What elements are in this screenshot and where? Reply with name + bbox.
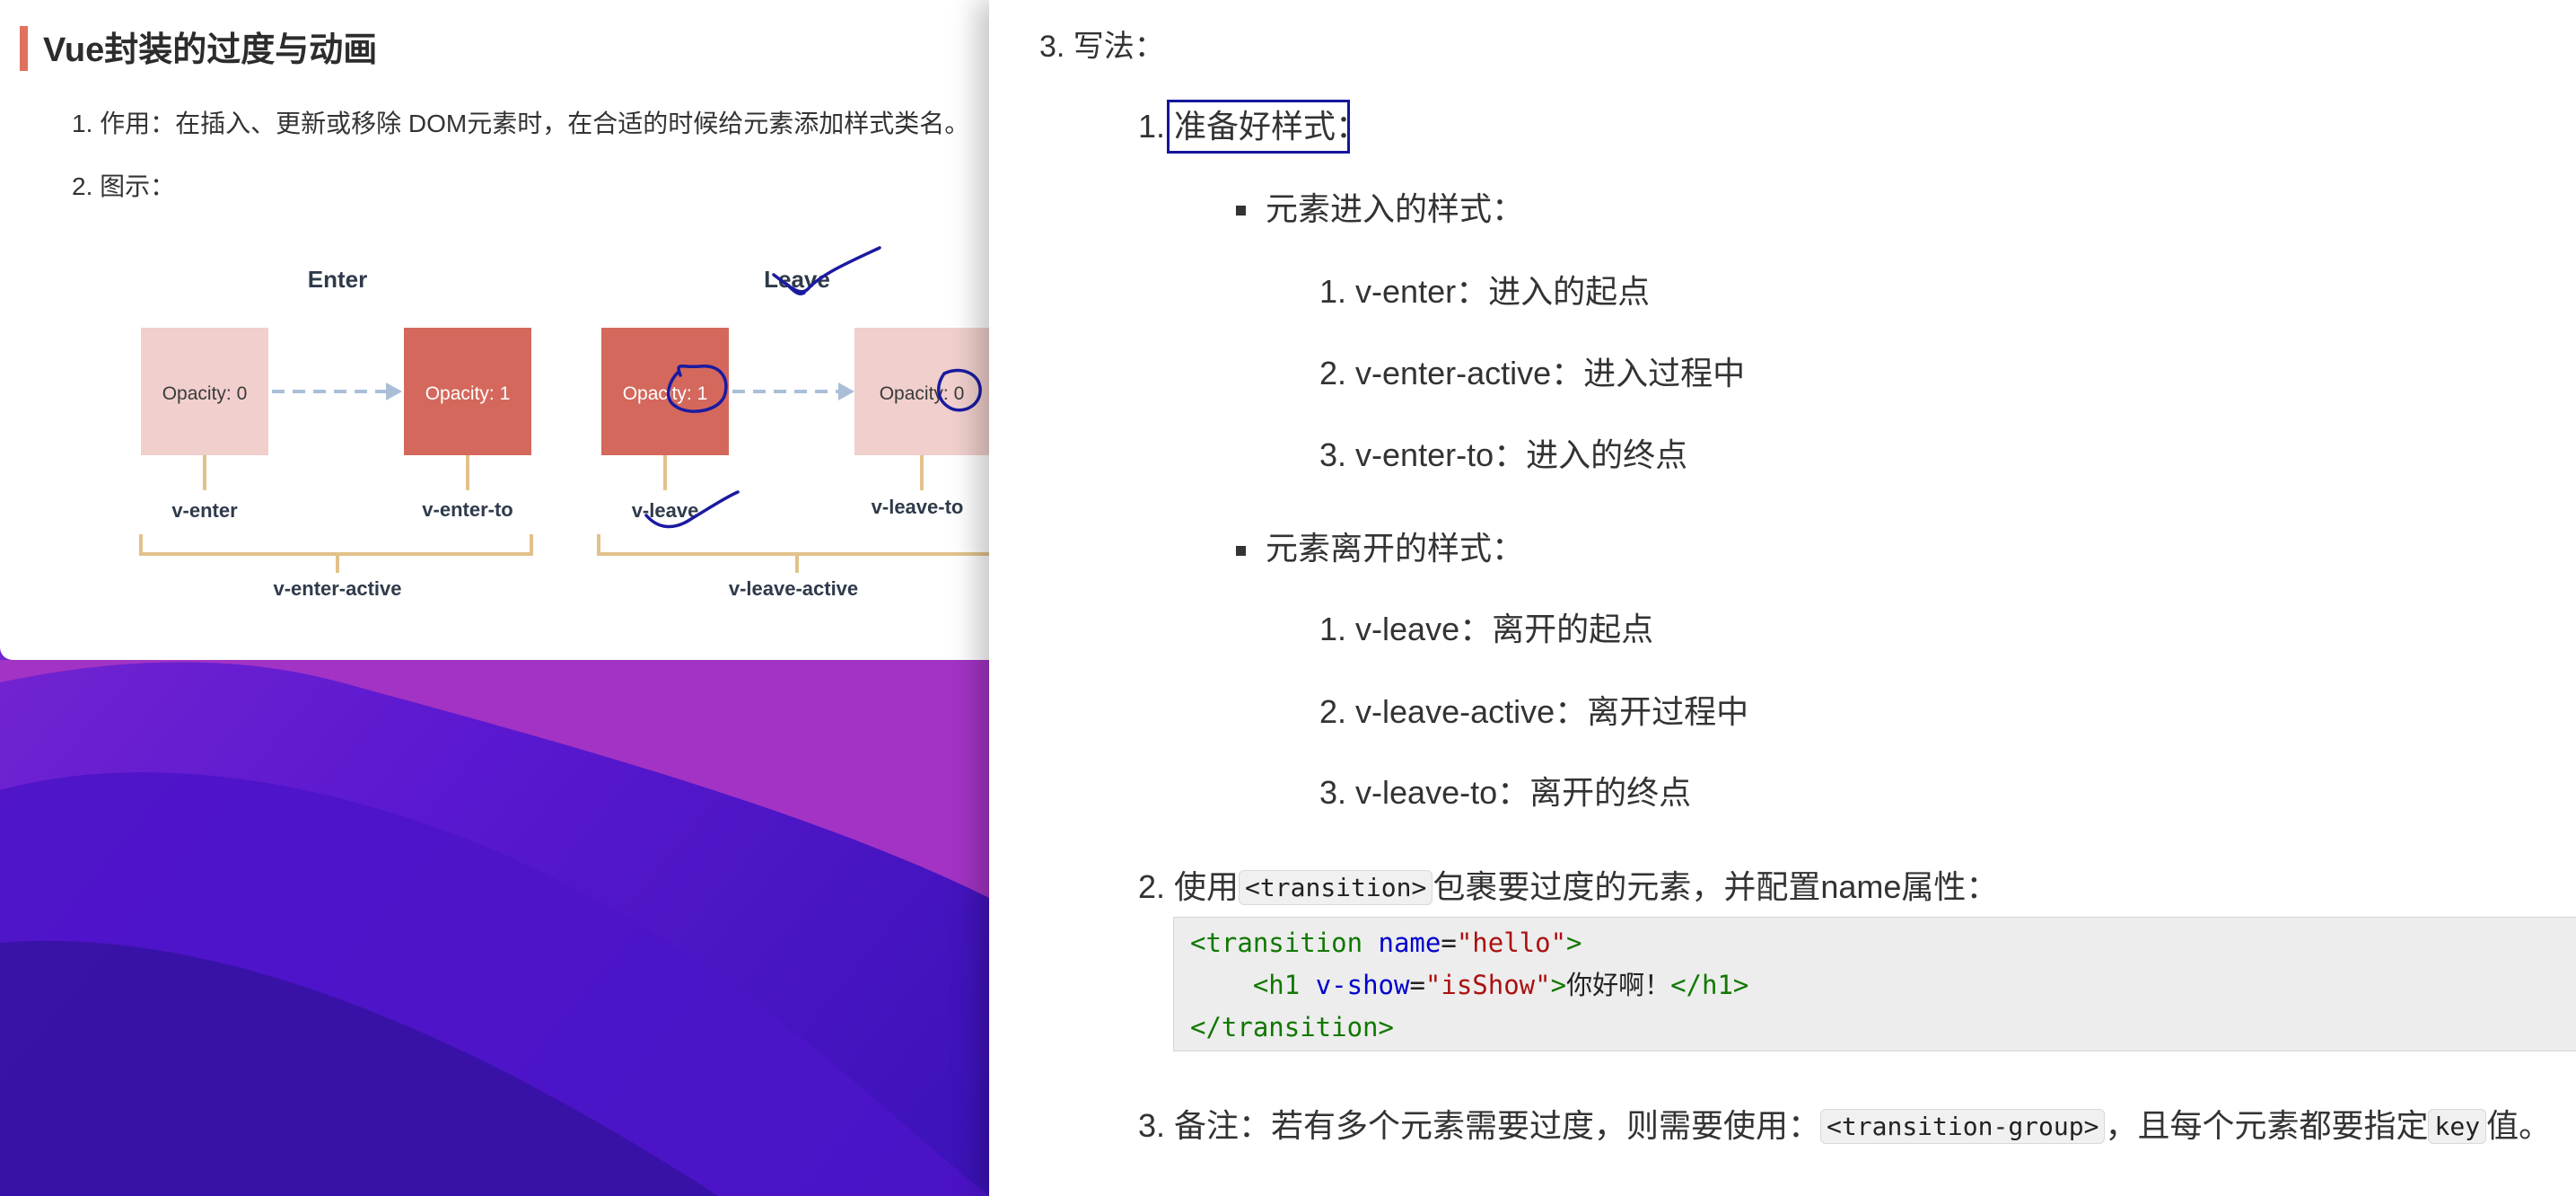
code-token: = (1441, 928, 1457, 958)
inline-code: <transition> (1239, 870, 1433, 905)
step-text: 3. 备注：若有多个元素需要过度，则需要使用： (1138, 1107, 1821, 1144)
list-text: v-leave-to：离开的终点 (1355, 774, 1692, 811)
code-token: <transition (1190, 928, 1379, 958)
code-token: = (1409, 970, 1425, 1000)
list-item: 3. v-enter-to：进入的终点 (1319, 435, 1687, 475)
list-number: 1. (1319, 273, 1347, 310)
list-text: v-leave-active：离开过程中 (1355, 693, 1749, 730)
code-token: > (1550, 970, 1567, 1000)
list-item: 2. v-enter-active：进入过程中 (1319, 354, 1745, 393)
enter-heading: Enter (308, 266, 367, 293)
step-3: 3. 备注：若有多个元素需要过度，则需要使用： <transition-group… (1138, 1106, 2551, 1148)
group-label: v-leave-active (729, 577, 858, 600)
code-token: "isShow" (1424, 970, 1551, 1000)
arrow-head (386, 383, 402, 400)
box-label: Opacity: 0 (880, 383, 965, 404)
code-token: 你好啊！ (1566, 970, 1671, 1000)
list-item: 1. 作用：在插入、更新或移除 DOM元素时，在合适的时候给元素添加样式类名。 (72, 104, 969, 140)
leave-styles-heading: 元素离开的样式： (1266, 530, 1525, 567)
highlight-box (1167, 100, 1350, 154)
enter-bracket (139, 534, 533, 556)
list-item: 2. 图示： (72, 167, 175, 203)
state-label: v-leave (632, 499, 699, 522)
bullet-icon (1236, 546, 1246, 556)
section-heading: 3. 写法： (1039, 30, 1165, 64)
arrow-head (838, 383, 854, 400)
step-number: 1. (1138, 108, 1166, 145)
list-item: 1. v-enter：进入的起点 (1319, 272, 1650, 312)
list-text: 作用：在插入、更新或移除 DOM元素时，在合适的时候给元素添加样式类名。 (100, 110, 970, 137)
title-accent-bar (20, 26, 28, 71)
list-item: 2. v-leave-active：离开过程中 (1319, 692, 1748, 732)
leave-bracket (597, 534, 989, 556)
state-label: v-enter-to (422, 498, 513, 521)
box-label: Opacity: 1 (623, 383, 708, 404)
list-item: 1. v-leave：离开的起点 (1319, 610, 1653, 649)
list-number: 1. (72, 110, 93, 137)
list-number: 1. (1319, 611, 1347, 647)
code-token: > (1566, 928, 1582, 958)
list-text: v-leave：离开的起点 (1355, 611, 1654, 647)
code-token: "hello" (1456, 928, 1567, 958)
list-text: v-enter：进入的起点 (1355, 273, 1651, 310)
code-line: <transition name="hello"> (1190, 925, 1582, 961)
code-token: v-show (1315, 970, 1410, 1000)
step-text: 值。 (2486, 1107, 2552, 1144)
code-token: </h1> (1670, 970, 1749, 1000)
transition-diagram: Enter Leave Opacity: 0 Opacity: 1 Opacit… (139, 266, 989, 600)
list-item: 3. v-leave-to：离开的终点 (1319, 773, 1691, 813)
group-label: v-enter-active (273, 577, 401, 600)
code-token: name (1378, 928, 1441, 958)
inline-code: key (2428, 1109, 2487, 1144)
list-number: 3. (1319, 774, 1347, 811)
leave-heading: Leave (764, 266, 830, 293)
step-2: 2. 使用 <transition> 包裹要过度的元素，并配置name属性： (1138, 867, 1998, 910)
code-line: </transition> (1190, 1009, 1394, 1045)
inline-code: <transition-group> (1820, 1109, 2106, 1144)
page-title: Vue封装的过度与动画 (43, 31, 378, 69)
code-block: <transition name="hello"> <h1 v-show="is… (1173, 917, 2576, 1051)
state-label: v-leave-to (872, 496, 964, 518)
state-label: v-enter (171, 499, 238, 522)
enter-styles-heading: 元素进入的样式： (1266, 190, 1525, 227)
list-number: 3. (1319, 436, 1347, 473)
step-text: 2. 使用 (1138, 868, 1240, 905)
list-text: 图示： (100, 172, 176, 200)
step-text: 包裹要过度的元素，并配置name属性： (1433, 868, 1999, 905)
step-text: ，且每个元素都要指定 (2105, 1107, 2429, 1144)
bullet-icon (1236, 206, 1246, 215)
list-text: v-enter-to：进入的终点 (1355, 436, 1688, 473)
box-label: Opacity: 1 (425, 383, 511, 404)
box-label: Opacity: 0 (162, 383, 248, 404)
list-text: v-enter-active：进入过程中 (1355, 355, 1746, 391)
list-number: 2. (1319, 693, 1347, 730)
left-note-window: Vue封装的过度与动画 1. 作用：在插入、更新或移除 DOM元素时，在合适的时… (0, 0, 989, 660)
list-number: 2. (72, 172, 93, 200)
code-token: </transition> (1190, 1012, 1394, 1042)
list-number: 2. (1319, 355, 1347, 391)
code-token: <h1 (1252, 970, 1316, 1000)
code-line: <h1 v-show="isShow">你好啊！</h1> (1190, 967, 1749, 1003)
